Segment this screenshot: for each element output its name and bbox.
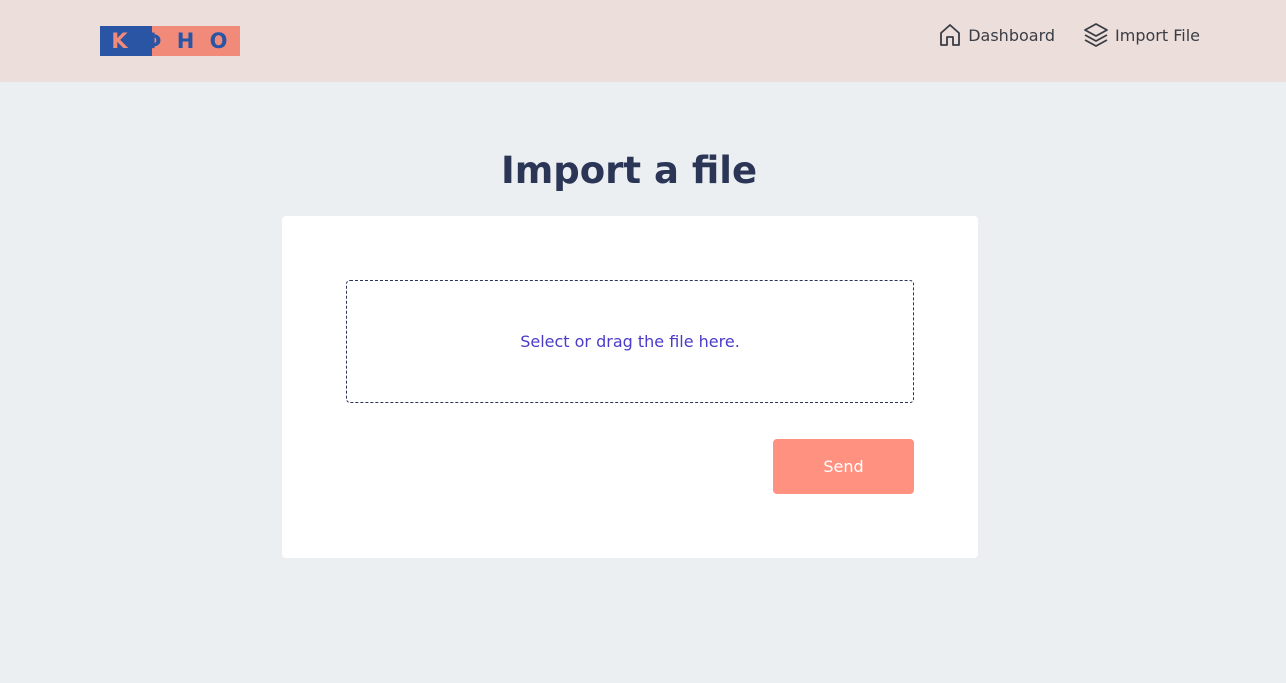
layers-icon: [1083, 22, 1109, 48]
nav-item-label: Dashboard: [968, 25, 1056, 45]
koho-logo[interactable]: K Φ H O: [100, 26, 240, 56]
send-button[interactable]: Send: [773, 439, 914, 494]
logo-text: K Φ H O: [100, 26, 240, 56]
dropzone-label: Select or drag the file here.: [520, 332, 740, 351]
top-nav: Dashboard Import File: [938, 22, 1200, 48]
home-icon: [938, 22, 962, 48]
logo-letter-2: Φ: [143, 29, 164, 53]
page-title: Import a file: [500, 148, 758, 192]
logo-letter-3: H: [176, 29, 197, 53]
logo-letter-4: O: [209, 29, 230, 53]
import-card: Select or drag the file here. Send: [282, 216, 978, 558]
nav-item-import-file[interactable]: Import File: [1083, 22, 1200, 48]
top-header: K Φ H O Dashboard Import File: [0, 0, 1286, 82]
nav-item-label: Import File: [1115, 25, 1200, 45]
file-dropzone[interactable]: Select or drag the file here.: [346, 280, 914, 403]
logo-letter-1: K: [111, 29, 130, 53]
nav-item-dashboard[interactable]: Dashboard: [938, 22, 1055, 48]
